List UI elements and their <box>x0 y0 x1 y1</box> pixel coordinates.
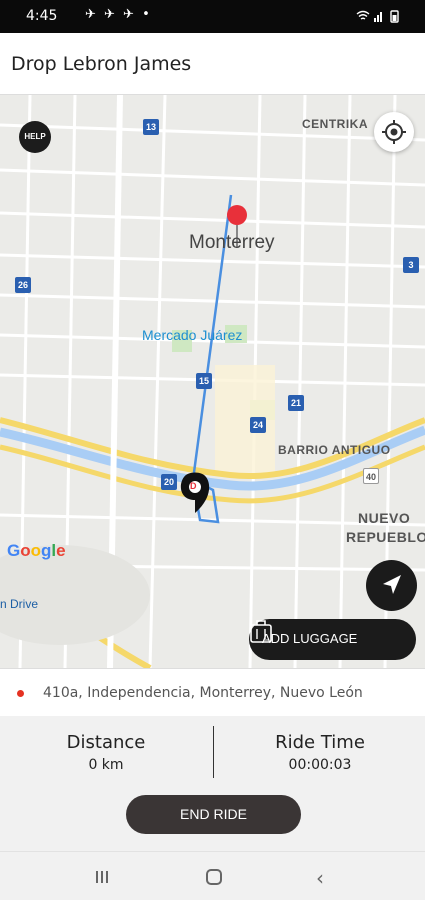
system-status-icons <box>355 8 403 27</box>
add-luggage-button[interactable]: ADD LUGGAGE <box>249 619 416 660</box>
map-district-label: BARRIO ANTIGUO <box>278 443 391 457</box>
route-shield: 26 <box>15 277 31 293</box>
ride-time-value: 00:00:03 <box>288 757 352 773</box>
ride-stats-panel: Distance 0 km Ride Time 00:00:03 END RID… <box>0 716 425 851</box>
map-city-label: Monterrey <box>189 232 275 253</box>
home-icon[interactable] <box>206 869 222 885</box>
add-luggage-label: ADD LUGGAGE <box>262 631 358 646</box>
system-nav-bar: ‹ <box>0 851 425 900</box>
map-district-label: CENTRIKA <box>302 117 368 131</box>
navigation-arrow-icon <box>383 575 401 594</box>
map-area-label: NUEVO <box>358 510 411 526</box>
route-shield: 3 <box>403 257 419 273</box>
ride-time-title: Ride Time <box>275 732 365 753</box>
location-dot-icon <box>17 690 24 697</box>
address-bar: 410a, Independencia, Monterrey, Nuevo Le… <box>0 668 425 716</box>
route-shield: 15 <box>196 373 212 389</box>
page-title: Drop Lebron James <box>11 53 192 75</box>
status-bar: 4:45 ✈ ✈ ✈ • <box>0 0 425 33</box>
ride-time-stat: Ride Time 00:00:03 <box>214 732 425 773</box>
map-view[interactable]: Monterrey Mercado Juárez CENTRIKA BARRIO… <box>0 95 425 668</box>
crosshair-icon <box>382 120 406 144</box>
help-button[interactable]: HELP <box>19 121 51 153</box>
route-shield: 24 <box>250 417 266 433</box>
luggage-icon <box>250 620 272 643</box>
distance-title: Distance <box>66 732 146 753</box>
destination-address: 410a, Independencia, Monterrey, Nuevo Le… <box>43 685 363 701</box>
route-shield: 40 <box>363 468 379 484</box>
notification-icons: ✈ ✈ ✈ • <box>85 7 152 22</box>
end-ride-button[interactable]: END RIDE <box>126 795 301 834</box>
route-shield: 13 <box>143 119 159 135</box>
recent-apps-icon[interactable] <box>94 869 110 885</box>
wifi-signal-battery-icon <box>356 10 399 23</box>
map-poi-label: Mercado Juárez <box>142 327 243 343</box>
back-icon[interactable]: ‹ <box>316 866 324 890</box>
map-road-label: n Drive <box>0 597 39 611</box>
status-time: 4:45 <box>26 8 58 24</box>
google-logo: Google <box>7 541 66 560</box>
route-shield: 20 <box>161 474 177 490</box>
distance-value: 0 km <box>88 757 124 773</box>
route-shield: 21 <box>288 395 304 411</box>
map-area-label: REPUEBLO <box>346 529 425 545</box>
my-location-button[interactable] <box>374 112 414 152</box>
app-header: Drop Lebron James <box>0 33 425 95</box>
distance-stat: Distance 0 km <box>0 732 212 773</box>
map-canvas <box>0 95 425 668</box>
destination-marker-label: D <box>190 481 197 491</box>
navigate-button[interactable] <box>366 560 417 611</box>
